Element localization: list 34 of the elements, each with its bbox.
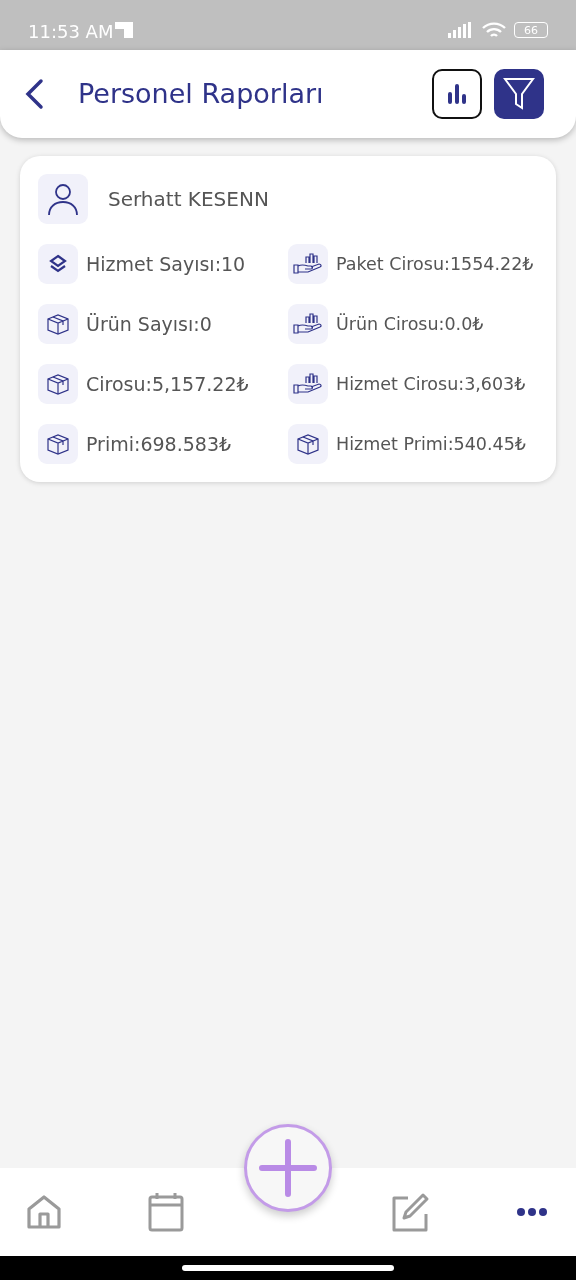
- more-icon: [516, 1207, 548, 1217]
- chart-button[interactable]: [432, 69, 482, 119]
- signal-icon: [448, 22, 474, 38]
- edit-icon: [390, 1192, 430, 1232]
- staff-name: Serhatt KESENN: [108, 186, 269, 213]
- add-button[interactable]: [244, 1124, 332, 1212]
- filter-button[interactable]: [494, 69, 544, 119]
- user-icon: [46, 182, 80, 216]
- stat-label: Ürün Cirosu:0.0₺: [336, 312, 484, 336]
- box-icon: [45, 431, 71, 457]
- status-time: 11:53 AM: [28, 20, 114, 44]
- filter-icon: [503, 77, 535, 111]
- chart-icon: [445, 82, 469, 106]
- box-icon: [45, 311, 71, 337]
- hand-chart-icon: [292, 311, 324, 337]
- hand-chart-icon: [292, 251, 324, 277]
- home-icon: [25, 1193, 63, 1231]
- page-title: Personel Raporları: [78, 76, 325, 111]
- box-icon: [295, 431, 321, 457]
- notification-icon: [115, 22, 134, 38]
- layers-icon: [47, 253, 69, 275]
- stat-label: Primi:698.583₺: [86, 431, 232, 457]
- stat-label: Hizmet Primi:540.45₺: [336, 432, 526, 456]
- hand-chart-icon: [292, 371, 324, 397]
- back-icon: [24, 78, 44, 110]
- stat-label: Hizmet Cirosu:3,603₺: [336, 372, 526, 396]
- calendar-icon: [148, 1192, 184, 1232]
- stat-label: Cirosu:5,157.22₺: [86, 371, 249, 397]
- battery-icon: 66: [514, 22, 548, 38]
- plus-icon: [258, 1138, 318, 1198]
- stat-label: Hizmet Sayısı:10: [86, 251, 246, 277]
- box-icon: [45, 371, 71, 397]
- stat-label: Ürün Sayısı:0: [86, 311, 212, 337]
- stat-label: Paket Cirosu:1554.22₺: [336, 252, 534, 276]
